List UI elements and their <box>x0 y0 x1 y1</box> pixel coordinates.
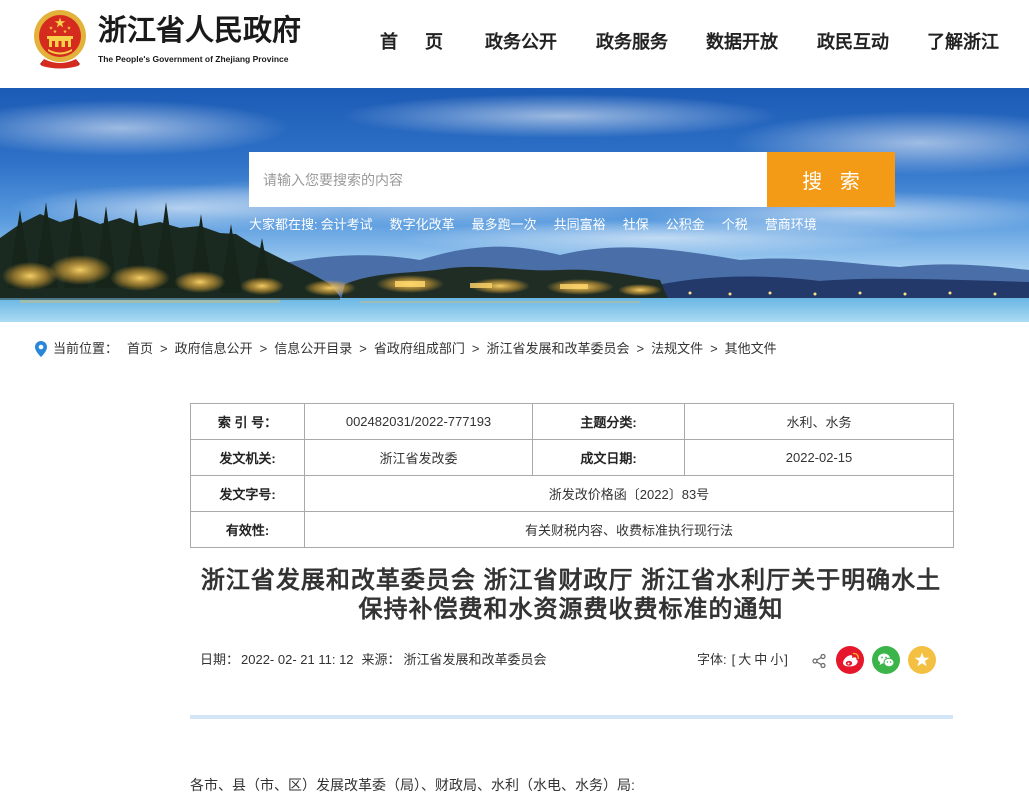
nav-about-zhejiang[interactable]: 了解浙江 <box>927 30 999 54</box>
breadcrumb-regulations[interactable]: 法规文件 <box>651 340 703 358</box>
search-banner: 搜 索 大家都在搜: 会计考试 数字化改革 最多跑一次 共同富裕 社保 公积金 … <box>0 88 1029 322</box>
doc-no-value: 浙发改价格函〔2022〕83号 <box>304 475 954 512</box>
font-size-medium[interactable]: 中 <box>754 651 767 669</box>
nav-government-affairs[interactable]: 政务公开 <box>485 30 557 54</box>
written-date-label: 成文日期: <box>532 439 685 476</box>
publish-date: 2022- 02- 21 11: 12 <box>241 652 354 667</box>
bracket: ] <box>784 652 788 667</box>
site-name-english: The People's Government of Zhejiang Prov… <box>98 54 289 64</box>
index-no-value: 002482031/2022-777193 <box>304 403 533 440</box>
breadcrumb-departments[interactable]: 省政府组成部门 <box>374 340 465 358</box>
doc-no-label: 发文字号: <box>190 475 305 512</box>
search-input[interactable] <box>249 152 767 207</box>
breadcrumb-gov-info-public[interactable]: 政府信息公开 <box>175 340 253 358</box>
breadcrumb-separator: > <box>160 341 168 356</box>
breadcrumb-separator: > <box>471 341 480 356</box>
location-pin-icon <box>35 341 47 357</box>
article-divider <box>190 715 953 719</box>
article-meta: 日期： 2022- 02- 21 11: 12 来源： 浙江省发展和改革委员会 <box>200 651 547 669</box>
share-wechat-button[interactable] <box>872 646 900 674</box>
validity-value: 有关财税内容、收费标准执行现行法 <box>304 511 954 548</box>
breadcrumb-separator: > <box>636 341 645 356</box>
nav-home[interactable]: 首 页 <box>380 30 443 54</box>
breadcrumb-separator: > <box>710 341 718 356</box>
hot-search-item[interactable]: 营商环境 <box>765 216 817 234</box>
issuer-value: 浙江省发改委 <box>304 439 533 476</box>
hot-search-item[interactable]: 数字化改革 <box>390 216 455 234</box>
breadcrumb-drc[interactable]: 浙江省发展和改革委员会 <box>486 340 629 358</box>
nav-interaction[interactable]: 政民互动 <box>817 30 889 54</box>
national-emblem-icon[interactable] <box>32 9 88 71</box>
hot-search-item[interactable]: 个税 <box>722 216 748 234</box>
hot-search-item[interactable]: 会计考试 <box>321 216 373 234</box>
issuer-label: 发文机关: <box>190 439 305 476</box>
wechat-icon <box>878 653 895 668</box>
search-button[interactable]: 搜 索 <box>767 152 895 207</box>
font-size-large[interactable]: 大 <box>738 651 751 669</box>
font-size-switcher: 字体: [ 大 中 小 ] <box>697 651 788 669</box>
document-info-table: 索 引 号： 002482031/2022-777193 主题分类: 水利、水务… <box>190 403 954 548</box>
breadcrumb-home[interactable]: 首页 <box>127 340 153 358</box>
hot-searches: 大家都在搜: 会计考试 数字化改革 最多跑一次 共同富裕 社保 公积金 个税 营… <box>249 216 834 234</box>
index-no-label: 索 引 号： <box>190 403 305 440</box>
favorite-button[interactable] <box>908 646 936 674</box>
table-row: 发文字号: 浙发改价格函〔2022〕83号 <box>190 475 954 512</box>
article-title: 浙江省发展和改革委员会 浙江省财政厅 浙江省水利厅关于明确水土保持补偿费和水资源… <box>200 567 942 623</box>
breadcrumb-info-catalog[interactable]: 信息公开目录 <box>274 340 352 358</box>
table-row: 有效性: 有关财税内容、收费标准执行现行法 <box>190 511 954 548</box>
breadcrumb-separator: > <box>359 341 367 356</box>
share-weibo-button[interactable] <box>836 646 864 674</box>
nav-government-services[interactable]: 政务服务 <box>596 30 668 54</box>
breadcrumb-separator: > <box>259 341 268 356</box>
bracket: [ <box>731 652 736 667</box>
table-row: 发文机关: 浙江省发改委 成文日期: 2022-02-15 <box>190 439 954 476</box>
font-size-small[interactable]: 小 <box>770 651 783 669</box>
table-row: 索 引 号： 002482031/2022-777193 主题分类: 水利、水务 <box>190 403 954 440</box>
written-date-value: 2022-02-15 <box>684 439 954 476</box>
hot-search-item[interactable]: 共同富裕 <box>554 216 606 234</box>
nav-open-data[interactable]: 数据开放 <box>706 30 778 54</box>
site-header: 浙江省人民政府 The People's Government of Zheji… <box>0 0 1029 88</box>
weibo-icon <box>843 652 860 667</box>
hot-searches-label: 大家都在搜: <box>249 217 318 232</box>
hot-search-item[interactable]: 社保 <box>623 216 649 234</box>
date-label: 日期： <box>200 652 240 667</box>
source-label: 来源： <box>361 652 401 667</box>
breadcrumb: 当前位置： 首页 > 政府信息公开 > 信息公开目录 > 省政府组成部门 > 浙… <box>35 340 777 358</box>
favorite-star-icon <box>914 652 930 667</box>
font-size-label: 字体: <box>697 652 727 667</box>
article-body-paragraph: 各市、县（市、区）发展改革委（局）、财政局、水利（水电、水务）局: <box>190 777 635 793</box>
site-name[interactable]: 浙江省人民政府 <box>98 13 301 49</box>
validity-label: 有效性: <box>190 511 305 548</box>
topic-label: 主题分类: <box>532 403 685 440</box>
breadcrumb-label: 当前位置： <box>53 341 119 356</box>
source-value: 浙江省发展和改革委员会 <box>403 652 547 667</box>
hot-search-item[interactable]: 最多跑一次 <box>472 216 537 234</box>
breadcrumb-other-docs[interactable]: 其他文件 <box>725 340 777 358</box>
share-icon[interactable] <box>812 654 826 668</box>
hot-search-item[interactable]: 公积金 <box>666 216 705 234</box>
topic-value: 水利、水务 <box>684 403 954 440</box>
lake-water <box>0 298 1029 322</box>
